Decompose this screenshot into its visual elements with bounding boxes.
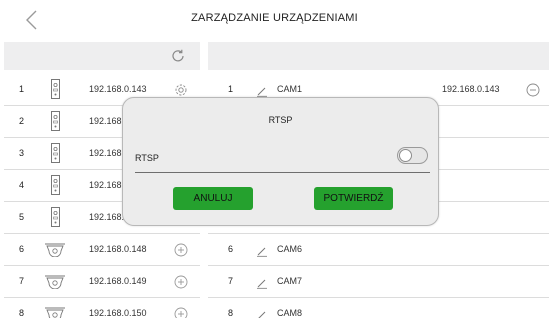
- pencil-icon[interactable]: [256, 84, 268, 97]
- device-ip: 192.168.: [89, 212, 125, 222]
- camera-row[interactable]: 7 CAM7: [208, 266, 549, 298]
- device-number: 6: [19, 244, 25, 254]
- minus-icon[interactable]: [526, 83, 540, 97]
- device-ip: 192.168.: [89, 180, 125, 190]
- cancel-button[interactable]: ANULUJ: [173, 187, 253, 210]
- device-number: 8: [19, 308, 25, 318]
- device-number: 2: [19, 116, 25, 126]
- confirm-button[interactable]: POTWIERDŹ: [314, 187, 393, 210]
- plus-icon[interactable]: [174, 307, 188, 318]
- camera-ip: 192.168.0.143: [442, 84, 500, 94]
- dialog-title: RTSP: [268, 115, 293, 125]
- divider: [135, 172, 430, 173]
- rtsp-dialog: RTSP RTSP ANULUJ POTWIERDŹ: [122, 97, 439, 226]
- pencil-icon[interactable]: [256, 276, 268, 289]
- dome-camera-icon: [44, 275, 66, 294]
- device-row[interactable]: 7 192.168.0.149: [4, 266, 200, 298]
- camera-name: CAM6: [277, 244, 303, 254]
- camera-row[interactable]: 6 CAM6: [208, 234, 549, 266]
- camera-name: CAM8: [277, 308, 303, 318]
- camera-list-header: [208, 42, 549, 70]
- dome-camera-icon: [44, 243, 66, 262]
- header-bar: ZARZĄDZANIE URZĄDZENIAMI: [0, 0, 549, 40]
- camera-number: 6: [228, 244, 234, 254]
- intercom-icon: [51, 175, 60, 200]
- camera-row[interactable]: 8 CAM8: [208, 298, 549, 318]
- pencil-icon[interactable]: [256, 244, 268, 257]
- device-number: 7: [19, 276, 25, 286]
- plus-icon[interactable]: [174, 275, 188, 289]
- intercom-icon: [51, 143, 60, 168]
- device-ip: 192.168.0.149: [89, 276, 147, 286]
- camera-number: 1: [228, 84, 234, 94]
- rtsp-toggle-label: RTSP: [135, 153, 159, 163]
- device-ip: 192.168.0.148: [89, 244, 147, 254]
- page-title: ZARZĄDZANIE URZĄDZENIAMI: [191, 12, 358, 24]
- pencil-icon[interactable]: [256, 308, 268, 318]
- device-list-header: [4, 42, 200, 70]
- device-number: 4: [19, 180, 25, 190]
- device-number: 5: [19, 212, 25, 222]
- camera-name: CAM7: [277, 276, 303, 286]
- camera-number: 7: [228, 276, 234, 286]
- device-row[interactable]: 8 192.168.0.150: [4, 298, 200, 318]
- intercom-icon: [51, 79, 60, 104]
- device-ip: 192.168.0.150: [89, 308, 147, 318]
- device-ip: 192.168.: [89, 148, 125, 158]
- toggle-knob: [399, 149, 412, 162]
- device-ip: 192.168.0.143: [89, 84, 147, 94]
- refresh-icon[interactable]: [170, 48, 186, 64]
- device-ip: 192.168.: [89, 116, 125, 126]
- device-row[interactable]: 6 192.168.0.148: [4, 234, 200, 266]
- device-number: 1: [19, 84, 25, 94]
- device-number: 3: [19, 148, 25, 158]
- plus-icon[interactable]: [174, 243, 188, 257]
- dome-camera-icon: [44, 307, 66, 318]
- intercom-icon: [51, 111, 60, 136]
- camera-number: 8: [228, 308, 234, 318]
- settings-icon[interactable]: [174, 83, 188, 97]
- rtsp-toggle[interactable]: [397, 147, 428, 164]
- intercom-icon: [51, 207, 60, 232]
- camera-name: CAM1: [277, 84, 303, 94]
